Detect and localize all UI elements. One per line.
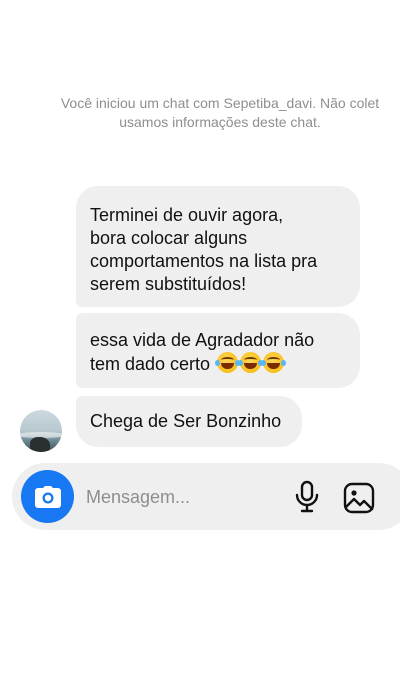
- message-bubble[interactable]: essa vida de Agradador não tem dado cert…: [76, 313, 360, 388]
- message-text-line: serem substituídos!: [90, 274, 247, 294]
- microphone-button[interactable]: [294, 480, 320, 514]
- message-bubble[interactable]: Chega de Ser Bonzinho: [76, 396, 302, 447]
- laughing-tears-emoji-icon: [238, 352, 264, 373]
- laughing-tears-emoji-icon: [215, 352, 241, 373]
- message-text: tem dado certo: [90, 354, 211, 374]
- camera-button[interactable]: [21, 470, 74, 523]
- image-icon: [343, 482, 375, 514]
- message-input[interactable]: [86, 485, 276, 509]
- chat-start-notice: Você iniciou um chat com Sepetiba_davi. …: [20, 94, 400, 132]
- message-text-line: essa vida de Agradador não: [90, 330, 315, 350]
- microphone-icon: [295, 480, 319, 513]
- message-text-line: bora colocar alguns: [90, 228, 248, 248]
- chat-start-notice-line-1: Você iniciou um chat com Sepetiba_davi. …: [60, 95, 380, 111]
- emoji-group: [215, 352, 287, 373]
- message-text-line: tem dado certo: [90, 352, 346, 376]
- gallery-button[interactable]: [343, 482, 375, 514]
- message-text-line: Chega de Ser Bonzinho: [90, 411, 282, 431]
- message-bubble[interactable]: Terminei de ouvir agora, bora colocar al…: [76, 186, 360, 307]
- camera-icon: [34, 485, 61, 508]
- chat-start-notice-line-2: usamos informações deste chat.: [119, 114, 321, 130]
- message-text-line: comportamentos na lista pra: [90, 251, 318, 271]
- laughing-tears-emoji-icon: [261, 352, 287, 373]
- message-text-line: Terminei de ouvir agora,: [90, 205, 284, 225]
- message-composer: [12, 463, 400, 530]
- contact-avatar[interactable]: [20, 410, 62, 452]
